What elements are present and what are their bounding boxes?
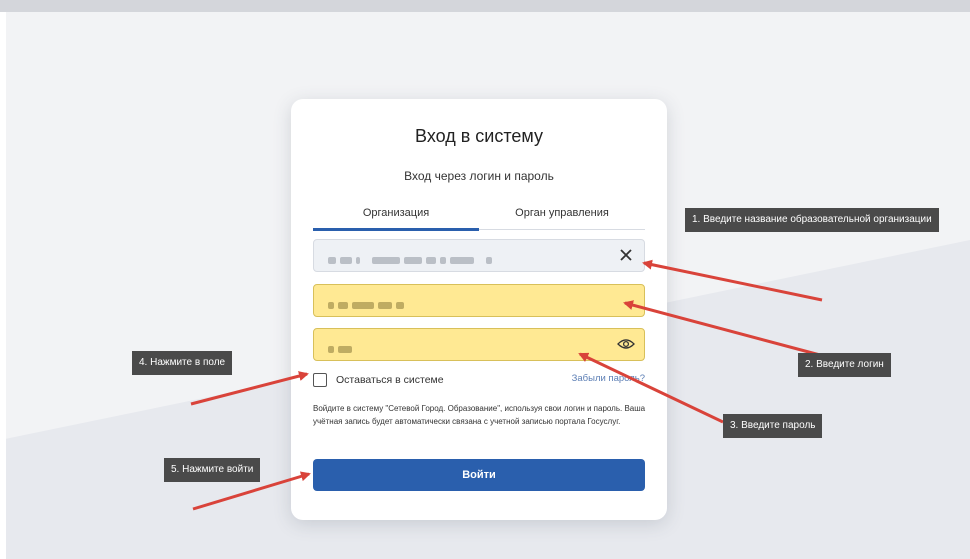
login-card: Вход в систему Вход через логин и пароль… [291,99,667,520]
remember-label: Оставаться в системе [336,374,444,386]
login-subtitle: Вход через логин и пароль [404,169,554,183]
organization-value-blurred [328,251,496,264]
browser-top-bar [0,0,970,12]
left-edge [0,12,6,559]
login-value-blurred [328,296,408,309]
login-tabs: Организация Орган управления [313,203,645,231]
password-field[interactable] [313,328,645,361]
password-value-blurred [328,340,356,353]
eye-icon[interactable] [616,334,636,354]
remember-checkbox[interactable] [313,373,327,387]
active-tab-indicator [313,228,479,231]
callout-4: 4. Нажмите в поле [132,351,233,375]
login-field[interactable] [313,284,645,317]
tab-governing-body[interactable]: Орган управления [479,207,645,219]
organization-field[interactable] [313,239,645,272]
forgot-password-link[interactable]: Забыли пароль? [572,373,645,384]
callout-5: 5. Нажмите войти [164,458,261,482]
callout-1: 1. Введите название образовательной орга… [685,208,939,232]
close-icon[interactable] [616,245,636,265]
page-title: Вход в систему [415,126,543,146]
tab-organization[interactable]: Организация [313,207,479,219]
callout-2: 2. Введите логин [798,353,891,377]
info-text: Войдите в систему "Сетевой Город. Образо… [313,404,646,426]
login-button[interactable]: Войти [313,459,645,491]
remember-me[interactable]: Оставаться в системе [313,373,444,387]
callout-3: 3. Введите пароль [723,414,823,438]
